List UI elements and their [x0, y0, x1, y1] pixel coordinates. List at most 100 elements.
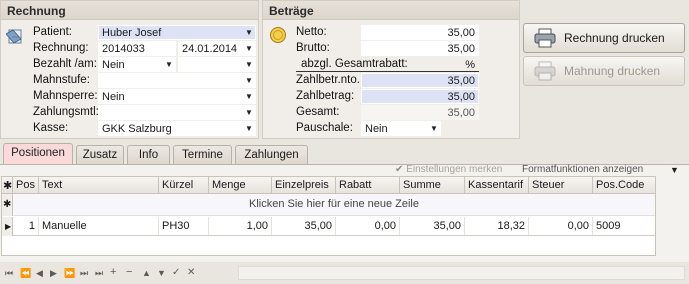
coins-icon	[269, 26, 287, 44]
last-page-icon[interactable]: ⏭	[95, 268, 103, 279]
new-row-hint[interactable]: Klicken Sie hier für eine neue Zeile	[13, 194, 655, 216]
insert-icon[interactable]: +	[110, 266, 116, 278]
einstellungen-merken-button[interactable]: ✔ Einstellungen merken	[395, 164, 502, 175]
rechnung-drucken-label: Rechnung drucken	[564, 31, 665, 45]
brutto-label: Brutto:	[296, 42, 330, 54]
chevron-down-icon[interactable]: ▼	[670, 165, 679, 175]
tab-info[interactable]: Info	[127, 145, 170, 165]
column-header-text[interactable]: Text	[39, 177, 159, 194]
chevron-down-icon[interactable]: ▼	[243, 90, 255, 103]
move-up-icon[interactable]: ▲	[142, 268, 151, 278]
cell-einzelpreis[interactable]: 35,00	[272, 217, 336, 235]
bezahlt-select[interactable]: Nein ▼	[98, 57, 176, 72]
zahlbetrag-label: Zahlbetrag:	[296, 90, 355, 102]
column-header-pos-code[interactable]: Pos.Code	[593, 177, 655, 194]
gesamt-field: 35,00	[361, 105, 479, 120]
cell-steuer[interactable]: 0,00	[529, 217, 593, 235]
column-header-einzelpreis[interactable]: Einzelpreis	[272, 177, 336, 194]
rechnung-nr-field[interactable]: 2014033	[98, 41, 176, 56]
cell-summe[interactable]: 35,00	[400, 217, 465, 235]
zahlungsmtl-label: Zahlungsmtl:	[33, 106, 99, 118]
pauschale-select[interactable]: Nein ▼	[361, 121, 441, 136]
mahnstufe-select[interactable]: ▼	[98, 73, 256, 88]
patient-select[interactable]: Huber Josef ▼	[98, 25, 256, 40]
mahnsperre-label: Mahnsperre:	[33, 90, 98, 102]
check-icon: ✔	[395, 164, 404, 175]
mahnsperre-select[interactable]: Nein ▼	[98, 89, 256, 104]
bezahlt-am-field[interactable]: ▼	[178, 57, 256, 72]
chevron-down-icon[interactable]: ▼	[163, 58, 175, 71]
rechnung-label: Rechnung:	[33, 42, 89, 54]
formatfunktionen-button[interactable]: Formatfunktionen anzeigen	[522, 164, 643, 175]
next-record-icon[interactable]: ▶	[50, 268, 57, 279]
cell-menge[interactable]: 1,00	[209, 217, 272, 235]
rechnung-datum-field[interactable]: 24.01.2014 ▼	[178, 41, 256, 56]
column-header-kuerzel[interactable]: Kürzel	[159, 177, 209, 194]
cell-rabatt[interactable]: 0,00	[336, 217, 400, 235]
tab-positionen[interactable]: Positionen	[3, 143, 73, 165]
bezahlt-value: Nein	[102, 59, 125, 71]
column-header-menge[interactable]: Menge	[209, 177, 272, 194]
cell-pos[interactable]: 1	[13, 217, 39, 235]
tab-zahlungen[interactable]: Zahlungen	[235, 145, 308, 165]
invoice-icon	[5, 28, 25, 45]
rabatt-label: abzgl. Gesamtrabatt:	[301, 58, 408, 70]
previous-page-icon[interactable]: ⏪	[20, 268, 31, 279]
cancel-icon[interactable]: ✕	[187, 267, 195, 278]
tab-zusatz[interactable]: Zusatz	[76, 145, 124, 165]
rechnung-drucken-button[interactable]: Rechnung drucken	[523, 23, 685, 53]
brutto-field[interactable]: 35,00	[361, 41, 479, 56]
printer-icon	[534, 28, 556, 48]
previous-record-icon[interactable]: ◀	[36, 268, 43, 279]
row-indicator-icon: ▶	[2, 217, 13, 236]
formatfunktionen-label: Formatfunktionen anzeigen	[522, 164, 644, 175]
chevron-down-icon[interactable]: ▼	[243, 122, 255, 135]
kasse-select[interactable]: GKK Salzburg ▼	[98, 121, 256, 136]
patient-value: Huber Josef	[102, 27, 162, 39]
cell-text[interactable]: Manuelle	[39, 217, 159, 235]
column-header-pos[interactable]: Pos	[13, 177, 39, 194]
cell-kassentarif[interactable]: 18,32	[465, 217, 529, 235]
zahlbetr-nto-label: Zahlbetr.nto.	[296, 74, 360, 86]
grid-navigator: ⏮ ⏪ ◀ ▶ ⏩ ⏭ ⏭ + − ▲ ▼ ✓ ✕	[0, 262, 689, 284]
rechnung-title: Rechnung	[1, 1, 258, 20]
chevron-down-icon[interactable]: ▼	[243, 58, 255, 71]
column-header-summe[interactable]: Summe	[400, 177, 465, 194]
chevron-down-icon[interactable]: ▼	[428, 122, 440, 135]
last-record-icon[interactable]: ⏭	[80, 268, 88, 279]
gesamt-label: Gesamt:	[296, 106, 340, 118]
column-header-kassentarif[interactable]: Kassentarif	[465, 177, 529, 194]
kasse-value: GKK Salzburg	[102, 123, 172, 135]
mahnstufe-label: Mahnstufe:	[33, 74, 90, 86]
mahnsperre-value: Nein	[102, 91, 125, 103]
cell-pos-code[interactable]: 5009	[593, 217, 655, 235]
betraege-panel: Beträge Netto: 35,00 Brutto: 35,00 abzgl…	[262, 0, 520, 139]
netto-label: Netto:	[296, 26, 327, 38]
chevron-down-icon[interactable]: ▼	[243, 74, 255, 87]
chevron-down-icon[interactable]: ▼	[243, 106, 255, 119]
cell-kuerzel[interactable]: PH30	[159, 217, 209, 235]
row-selector-header: ✱	[2, 177, 13, 194]
zahlbetr-nto-field: 35,00	[361, 73, 479, 88]
chevron-down-icon[interactable]: ▼	[243, 42, 255, 55]
netto-field[interactable]: 35,00	[361, 25, 479, 40]
first-record-icon[interactable]: ⏮	[5, 268, 13, 279]
horizontal-scrollbar[interactable]	[238, 266, 685, 280]
mahnung-drucken-button[interactable]: Mahnung drucken	[523, 56, 685, 86]
rabatt-field[interactable]: %	[423, 57, 479, 72]
kasse-label: Kasse:	[33, 122, 69, 134]
move-down-icon[interactable]: ▼	[157, 268, 166, 278]
chevron-down-icon[interactable]: ▼	[243, 26, 255, 39]
next-page-icon[interactable]: ⏩	[64, 268, 75, 279]
column-header-rabatt[interactable]: Rabatt	[336, 177, 400, 194]
printer-icon	[534, 61, 556, 81]
confirm-icon[interactable]: ✓	[172, 267, 180, 278]
table-row[interactable]: 1 Manuelle PH30 1,00 35,00 0,00 35,00 18…	[13, 217, 655, 236]
mahnung-drucken-label: Mahnung drucken	[564, 64, 661, 78]
delete-icon[interactable]: −	[126, 266, 132, 278]
rechnung-panel: Rechnung Patient: Huber Josef ▼ Rechnung:…	[0, 0, 259, 139]
zahlungsmtl-select[interactable]: ▼	[98, 105, 256, 120]
tab-termine[interactable]: Termine	[173, 145, 232, 165]
column-header-steuer[interactable]: Steuer	[529, 177, 593, 194]
pauschale-value: Nein	[365, 123, 388, 135]
